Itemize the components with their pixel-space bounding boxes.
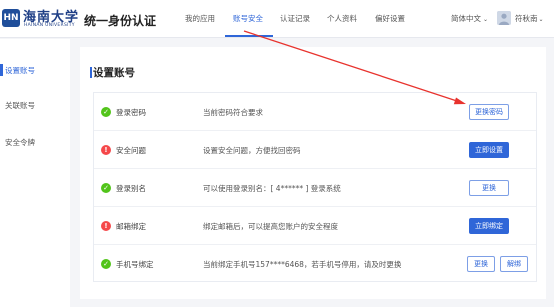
user-name: 符秋南 [515,14,538,23]
sidebar-item-set-account[interactable]: 设置账号 [0,59,70,81]
check-circle-icon: ✓ [101,107,111,117]
exclamation-circle-icon: ! [101,221,111,231]
page-title: 设置账号 [93,67,135,79]
sidebar-active-indicator [0,64,3,76]
university-logo[interactable]: HN 海南大学 HAINAN UNIVERSITY [2,6,78,32]
change-alias-button[interactable]: 更换 [469,180,509,196]
row-login-password: ✓ 登录密码 当前密码符合要求 更换密码 [94,93,536,131]
nav-auth-records[interactable]: 认证记录 [280,13,310,24]
row-label: 邮箱绑定 [116,222,146,231]
account-settings-list: ✓ 登录密码 当前密码符合要求 更换密码 ! 安全问题 设置安全问题，方便找回密… [93,92,537,282]
logo-english-name: HAINAN UNIVERSITY [24,23,75,28]
bind-email-button[interactable]: 立即绑定 [469,218,509,234]
sidebar-item-security-token[interactable]: 安全令牌 [0,131,70,153]
user-menu[interactable]: 符秋南⌄ [515,13,544,24]
row-description: 设置安全问题，方便找回密码 [203,146,301,155]
row-label: 安全问题 [116,146,146,155]
sidebar: 设置账号 关联账号 安全令牌 [0,39,70,307]
unbind-phone-button[interactable]: 解绑 [500,256,528,272]
row-description: 可以使用登录别名：[ 4****** ] 登录系统 [203,184,341,193]
row-label: 登录密码 [116,108,146,117]
row-description: 绑定邮箱后，可以提高您账户的安全程度 [203,222,338,231]
set-security-question-button[interactable]: 立即设置 [469,142,509,158]
row-login-alias: ✓ 登录别名 可以使用登录别名：[ 4****** ] 登录系统 更换 [94,169,536,207]
language-selector[interactable]: 简体中文 ⌄ [451,13,488,24]
change-phone-button[interactable]: 更换 [467,256,495,272]
chevron-down-icon: ⌄ [538,16,544,23]
language-label: 简体中文 [451,14,481,23]
check-circle-icon: ✓ [101,183,111,193]
university-seal-icon: HN [2,9,20,27]
main-panel: 设置账号 ✓ 登录密码 当前密码符合要求 更换密码 ! 安全问题 设置安全问题，… [80,47,546,299]
top-header: HN 海南大学 HAINAN UNIVERSITY 统一身份认证 我的应用 账号… [0,0,554,38]
nav-active-indicator [225,35,273,37]
change-password-button[interactable]: 更换密码 [469,104,509,120]
check-circle-icon: ✓ [101,259,111,269]
row-description: 当前密码符合要求 [203,108,263,117]
nav-account-security[interactable]: 账号安全 [233,13,263,24]
row-phone-binding: ✓ 手机号绑定 当前绑定手机号157****6468，若手机号停用，请及时更换 … [94,245,536,283]
nav-my-apps[interactable]: 我的应用 [185,13,215,24]
section-title-marker [90,67,92,78]
row-security-question: ! 安全问题 设置安全问题，方便找回密码 立即设置 [94,131,536,169]
exclamation-circle-icon: ! [101,145,111,155]
row-description: 当前绑定手机号157****6468，若手机号停用，请及时更换 [203,260,402,269]
row-label: 手机号绑定 [116,260,154,269]
sidebar-item-label: 设置账号 [5,66,35,75]
nav-profile[interactable]: 个人资料 [327,13,357,24]
row-email-binding: ! 邮箱绑定 绑定邮箱后，可以提高您账户的安全程度 立即绑定 [94,207,536,245]
avatar[interactable] [497,11,511,25]
chevron-down-icon: ⌄ [483,16,489,23]
sidebar-item-label: 关联账号 [5,101,35,110]
sidebar-item-linked-accounts[interactable]: 关联账号 [0,94,70,116]
sidebar-item-label: 安全令牌 [5,138,35,147]
app-title: 统一身份认证 [84,14,157,28]
nav-preferences[interactable]: 偏好设置 [375,13,405,24]
row-label: 登录别名 [116,184,146,193]
